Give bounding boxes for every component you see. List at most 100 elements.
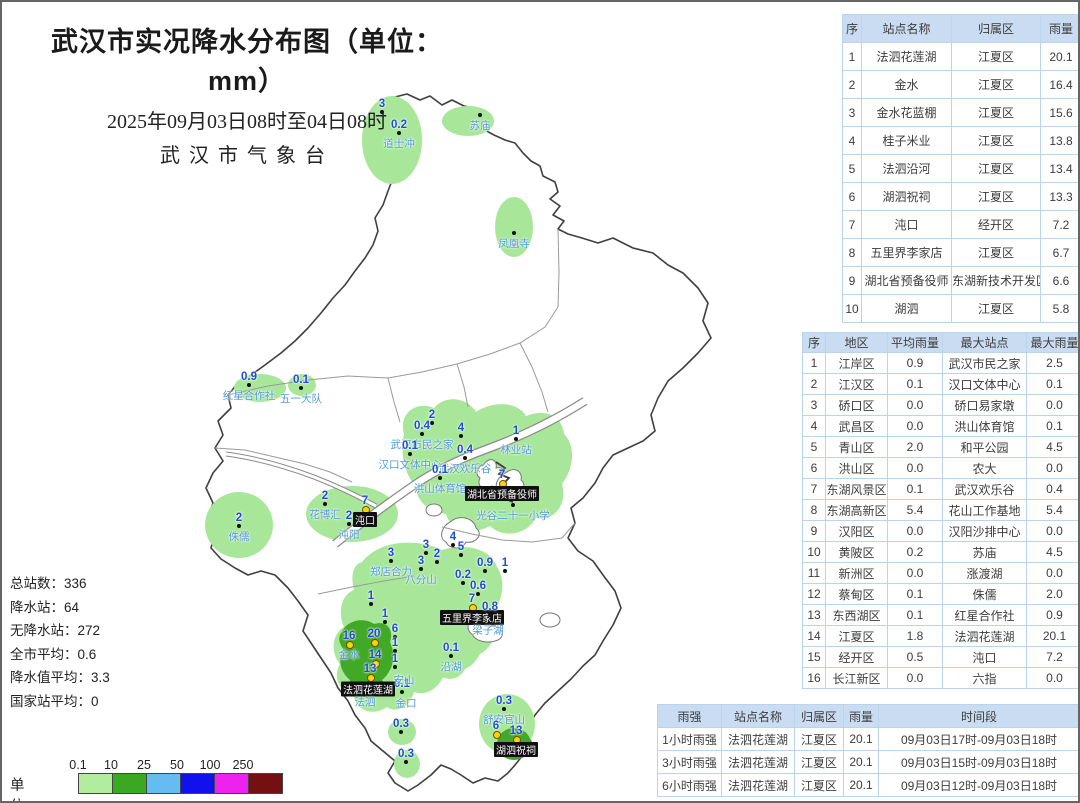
table-cell: 涨渡湖 bbox=[943, 563, 1027, 584]
weather-bulletin-canvas: 30.2道士冲苏庙凤凰寺0.9红星合作社0.1五一大队20.4武汉市民之家41林… bbox=[0, 0, 1080, 803]
table-cell: 10 bbox=[803, 542, 826, 563]
legend-swatch bbox=[113, 773, 147, 794]
table-cell: 0.1 bbox=[1027, 374, 1080, 395]
table-cell: 和平公园 bbox=[943, 437, 1027, 458]
table-cell: 江汉区 bbox=[826, 374, 888, 395]
table-cell: 0.2 bbox=[888, 542, 943, 563]
table-cell: 20.1 bbox=[1041, 43, 1080, 71]
table-cell: 3小时雨强 bbox=[658, 751, 722, 774]
legend-tick: 250 bbox=[233, 758, 254, 772]
table-cell: 0.0 bbox=[1027, 668, 1080, 689]
legend-tick: 10 bbox=[104, 758, 118, 772]
table-cell: 东湖风景区 bbox=[826, 479, 888, 500]
table-cell: 8 bbox=[803, 500, 826, 521]
table-cell: 0.9 bbox=[888, 353, 943, 374]
table-cell: 洪山区 bbox=[826, 458, 888, 479]
table-row: 10湖泗江夏区5.8 bbox=[843, 295, 1080, 323]
table-cell: 3 bbox=[843, 99, 862, 127]
legend-swatch bbox=[78, 773, 113, 794]
table-cell: 苏庙 bbox=[943, 542, 1027, 563]
table-cell: 东湖高新区 bbox=[826, 500, 888, 521]
column-header: 雨量 bbox=[844, 705, 879, 728]
table-cell: 7.2 bbox=[1027, 647, 1080, 668]
table-cell: 13.8 bbox=[1041, 127, 1080, 155]
table-row: 10黄陂区0.2苏庙4.5 bbox=[803, 542, 1080, 563]
table-cell: 长江新区 bbox=[826, 668, 888, 689]
table-cell: 法泗花莲湖 bbox=[862, 43, 952, 71]
table-cell: 14 bbox=[803, 626, 826, 647]
top-stations-table: 序站点名称归属区雨量1法泗花莲湖江夏区20.12金水江夏区16.43金水花蓝棚江… bbox=[842, 14, 1080, 323]
table-cell: 江夏区 bbox=[826, 626, 888, 647]
table-cell: 16 bbox=[803, 668, 826, 689]
table-row: 6小时雨强法泗花莲湖江夏区20.109月03日12时-09月03日18时 bbox=[658, 774, 1080, 797]
table-cell: 09月03日17时-09月03日18时 bbox=[879, 728, 1080, 751]
table-cell: 硚口区 bbox=[826, 395, 888, 416]
agency-name: 武汉市气象台 bbox=[30, 139, 464, 168]
column-header: 归属区 bbox=[795, 705, 844, 728]
table-cell: 硚口易家墩 bbox=[943, 395, 1027, 416]
table-cell: 0.0 bbox=[888, 416, 943, 437]
table-cell: 江夏区 bbox=[952, 43, 1041, 71]
table-cell: 5.4 bbox=[888, 500, 943, 521]
table-cell: 10 bbox=[843, 295, 862, 323]
stat-line: 全市平均：0.6 bbox=[10, 643, 110, 667]
rain-intensity-table: 雨强站点名称归属区雨量时间段1小时雨强法泗花莲湖江夏区20.109月03日17时… bbox=[657, 704, 1080, 797]
column-header: 地区 bbox=[826, 333, 888, 353]
table-cell: 江夏区 bbox=[952, 295, 1041, 323]
table-cell: 湖北省预备役师 bbox=[862, 267, 952, 295]
table-cell: 20.1 bbox=[844, 774, 879, 797]
table-cell: 15.6 bbox=[1041, 99, 1080, 127]
table-cell: 武汉欢乐谷 bbox=[943, 479, 1027, 500]
table-cell: 侏儒 bbox=[943, 584, 1027, 605]
table-row: 2金水江夏区16.4 bbox=[843, 71, 1080, 99]
table-cell: 江夏区 bbox=[795, 728, 844, 751]
table-cell: 法泗沿河 bbox=[862, 155, 952, 183]
table-cell: 15 bbox=[803, 647, 826, 668]
table-cell: 金水 bbox=[862, 71, 952, 99]
table-cell: 汉阳沙排中心 bbox=[943, 521, 1027, 542]
table-row: 9汉阳区0.0汉阳沙排中心0.0 bbox=[803, 521, 1080, 542]
table-cell: 桂子米业 bbox=[862, 127, 952, 155]
table-cell: 6.7 bbox=[1041, 239, 1080, 267]
table-row: 12蔡甸区0.1侏儒2.0 bbox=[803, 584, 1080, 605]
table-row: 8五里界李家店江夏区6.7 bbox=[843, 239, 1080, 267]
table-cell: 法泗花莲湖 bbox=[722, 774, 795, 797]
table-cell: 20.1 bbox=[844, 751, 879, 774]
table-cell: 7 bbox=[803, 479, 826, 500]
table-cell: 2.0 bbox=[888, 437, 943, 458]
column-header: 序 bbox=[843, 15, 862, 43]
table-cell: 0.0 bbox=[888, 563, 943, 584]
table-cell: 5 bbox=[803, 437, 826, 458]
table-cell: 2 bbox=[843, 71, 862, 99]
stat-line: 降水值平均：3.3 bbox=[10, 666, 110, 690]
table-cell: 青山区 bbox=[826, 437, 888, 458]
table-cell: 0.1 bbox=[1027, 416, 1080, 437]
table-cell: 2.0 bbox=[1027, 584, 1080, 605]
table-cell: 黄陂区 bbox=[826, 542, 888, 563]
table-cell: 武汉市民之家 bbox=[943, 353, 1027, 374]
table-cell: 13 bbox=[803, 605, 826, 626]
table-cell: 湖泗祝祠 bbox=[862, 183, 952, 211]
table-row: 16长江新区0.0六指0.0 bbox=[803, 668, 1080, 689]
column-header: 归属区 bbox=[952, 15, 1041, 43]
table-cell: 经开区 bbox=[826, 647, 888, 668]
table-cell: 0.1 bbox=[888, 479, 943, 500]
table-cell: 东西湖区 bbox=[826, 605, 888, 626]
table-cell: 0.0 bbox=[888, 458, 943, 479]
table-cell: 江岸区 bbox=[826, 353, 888, 374]
time-range-subtitle: 2025年09月03日08时至04日08时 bbox=[30, 105, 464, 134]
table-cell: 5 bbox=[843, 155, 862, 183]
table-cell: 洪山体育馆 bbox=[943, 416, 1027, 437]
table-row: 3小时雨强法泗花莲湖江夏区20.109月03日15时-09月03日18时 bbox=[658, 751, 1080, 774]
table-cell: 20.1 bbox=[1027, 626, 1080, 647]
table-row: 13东西湖区0.1红星合作社0.9 bbox=[803, 605, 1080, 626]
stat-line: 总站数：336 bbox=[10, 572, 110, 596]
legend-swatch bbox=[249, 773, 283, 794]
table-cell: 0.0 bbox=[1027, 563, 1080, 584]
table-cell: 江夏区 bbox=[952, 239, 1041, 267]
station-statistics: 总站数：336降水站：64无降水站：272全市平均：0.6降水值平均：3.3国家… bbox=[10, 572, 110, 713]
column-header: 最大站点 bbox=[943, 333, 1027, 353]
table-cell: 沌口 bbox=[943, 647, 1027, 668]
table-cell: 汉阳区 bbox=[826, 521, 888, 542]
table-row: 6洪山区0.0农大0.0 bbox=[803, 458, 1080, 479]
